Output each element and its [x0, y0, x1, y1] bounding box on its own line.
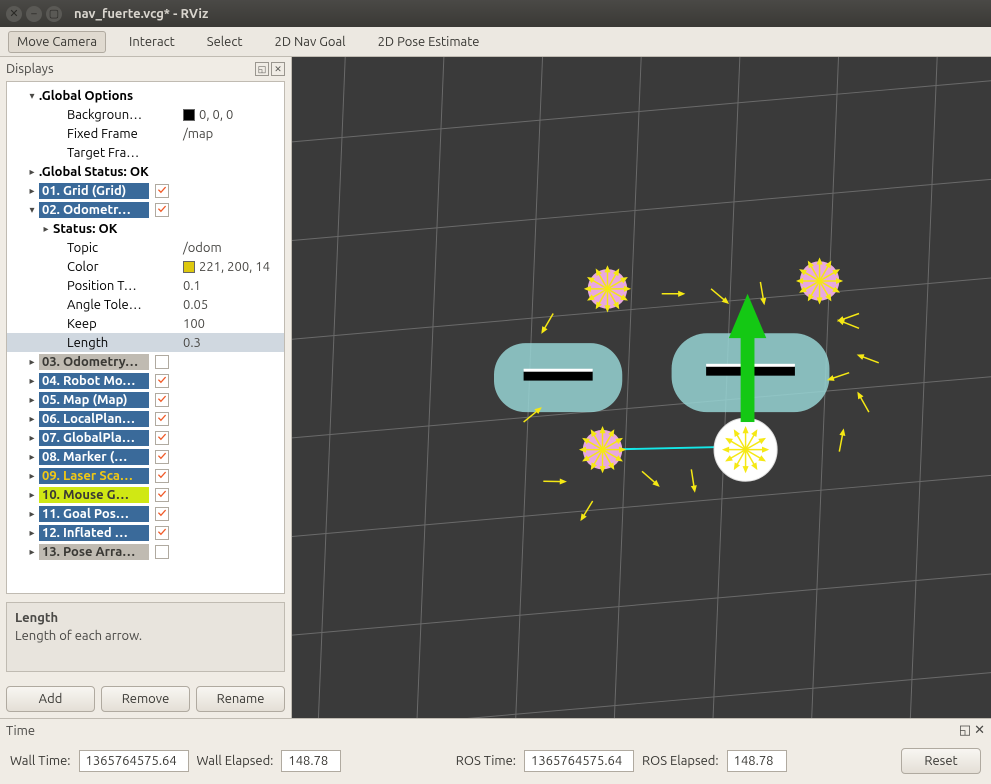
obstacle: [494, 343, 622, 412]
reset-button[interactable]: Reset: [901, 748, 981, 774]
display-checkbox[interactable]: [155, 431, 169, 445]
minimize-window-button[interactable]: –: [26, 6, 42, 22]
displays-panel: Displays ◱ ✕ ▾.Global OptionsBackgroun…0…: [0, 57, 292, 718]
pose-estimate-button[interactable]: 2D Pose Estimate: [369, 31, 489, 53]
maximize-window-button[interactable]: ▢: [46, 6, 62, 22]
property-row[interactable]: Keep: [67, 317, 177, 331]
display-item[interactable]: 12. Inflated …: [39, 525, 149, 541]
property-row[interactable]: Color: [67, 260, 177, 274]
display-checkbox[interactable]: [155, 526, 169, 540]
wall-elapsed-label: Wall Elapsed:: [197, 754, 274, 768]
display-item[interactable]: 10. Mouse G…: [39, 487, 149, 503]
display-checkbox[interactable]: [155, 184, 169, 198]
close-window-button[interactable]: ✕: [6, 6, 22, 22]
time-panel: Time ◱ ✕ Wall Time: 1365764575.64 Wall E…: [0, 718, 991, 784]
global-options: .Global Options: [39, 89, 149, 103]
global-status: .Global Status: OK: [39, 165, 149, 179]
time-label: Time: [6, 724, 35, 738]
add-button[interactable]: Add: [6, 686, 95, 712]
ros-elapsed-label: ROS Elapsed:: [642, 754, 719, 768]
display-item[interactable]: 07. GlobalPla…: [39, 430, 149, 446]
dock-time-icon[interactable]: ◱: [959, 723, 971, 737]
viewport-3d[interactable]: [292, 57, 991, 718]
display-item[interactable]: 05. Map (Map): [39, 392, 149, 408]
ros-elapsed-field[interactable]: 148.78: [727, 750, 787, 772]
property-row[interactable]: Topic: [67, 241, 177, 255]
ros-time-field[interactable]: 1365764575.64: [524, 750, 634, 772]
wall-time-field[interactable]: 1365764575.64: [79, 750, 189, 772]
property-row[interactable]: Status: OK: [53, 222, 163, 236]
displays-header: Displays ◱ ✕: [0, 57, 291, 81]
property-row[interactable]: Angle Tole…: [67, 298, 177, 312]
interact-button[interactable]: Interact: [120, 31, 184, 53]
display-checkbox[interactable]: [155, 450, 169, 464]
nav-goal-button[interactable]: 2D Nav Goal: [266, 31, 355, 53]
display-checkbox[interactable]: [155, 507, 169, 521]
display-item[interactable]: 02. Odometr…: [39, 202, 149, 218]
property-row[interactable]: Length: [67, 336, 177, 350]
display-item[interactable]: 11. Goal Pos…: [39, 506, 149, 522]
displays-tree[interactable]: ▾.Global OptionsBackgroun…0, 0, 0Fixed F…: [6, 81, 285, 594]
description-box: Length Length of each arrow.: [6, 602, 285, 672]
display-checkbox[interactable]: [155, 355, 169, 369]
dock-icon[interactable]: ◱: [255, 62, 269, 76]
display-item[interactable]: 08. Marker (…: [39, 449, 149, 465]
display-checkbox[interactable]: [155, 469, 169, 483]
display-checkbox[interactable]: [155, 393, 169, 407]
wall-time-label: Wall Time:: [10, 754, 71, 768]
display-item[interactable]: 04. Robot Mo…: [39, 373, 149, 389]
display-checkbox[interactable]: [155, 488, 169, 502]
property-row[interactable]: Position T…: [67, 279, 177, 293]
wall-elapsed-field[interactable]: 148.78: [281, 750, 341, 772]
toolbar: Move Camera Interact Select 2D Nav Goal …: [0, 27, 991, 57]
display-checkbox[interactable]: [155, 203, 169, 217]
select-button[interactable]: Select: [198, 31, 252, 53]
ros-time-label: ROS Time:: [456, 754, 516, 768]
move-camera-button[interactable]: Move Camera: [8, 31, 106, 53]
remove-button[interactable]: Remove: [101, 686, 190, 712]
description-title: Length: [15, 611, 276, 625]
display-checkbox[interactable]: [155, 374, 169, 388]
close-panel-icon[interactable]: ✕: [271, 62, 285, 76]
display-item[interactable]: 09. Laser Sca…: [39, 468, 149, 484]
titlebar: ✕ – ▢ nav_fuerte.vcg* - RViz: [0, 0, 991, 27]
close-time-icon[interactable]: ✕: [974, 723, 985, 737]
display-checkbox[interactable]: [155, 545, 169, 559]
description-text: Length of each arrow.: [15, 629, 276, 643]
display-checkbox[interactable]: [155, 412, 169, 426]
display-item[interactable]: 03. Odometry…: [39, 354, 149, 370]
display-item[interactable]: 01. Grid (Grid): [39, 183, 149, 199]
rename-button[interactable]: Rename: [196, 686, 285, 712]
window-title: nav_fuerte.vcg* - RViz: [74, 7, 208, 21]
display-item[interactable]: 06. LocalPlan…: [39, 411, 149, 427]
display-item[interactable]: 13. Pose Arra…: [39, 544, 149, 560]
displays-title: Displays: [6, 62, 54, 76]
